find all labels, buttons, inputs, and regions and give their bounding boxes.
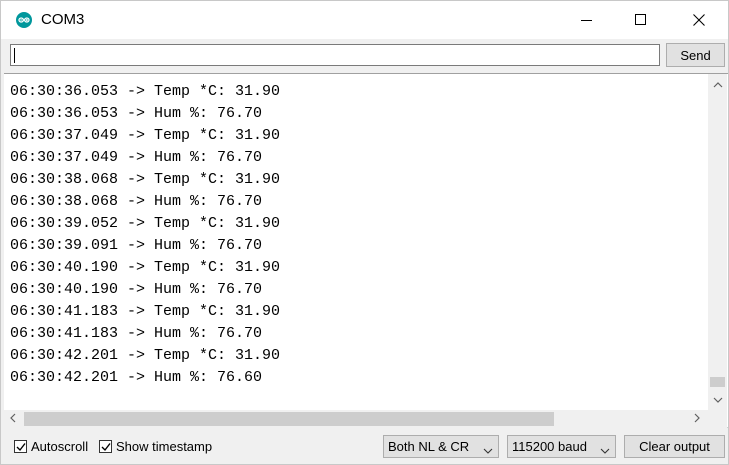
scroll-right-button[interactable] (688, 410, 706, 428)
send-row: Send (1, 39, 728, 73)
output-line: 06:30:39.091 -> Hum %: 76.70 (10, 237, 263, 254)
chevron-down-icon (713, 390, 723, 408)
scroll-up-button[interactable] (708, 74, 727, 94)
baud-rate-value: 115200 baud (512, 439, 587, 454)
chevron-left-icon (10, 410, 16, 428)
output-line: 06:30:41.183 -> Temp *C: 31.90 (10, 303, 281, 320)
output-line: 06:30:42.201 -> Temp *C: 31.90 (10, 347, 281, 364)
text-caret (14, 48, 15, 63)
minimize-button[interactable] (564, 1, 610, 39)
bottom-bar: Autoscroll Show timestamp Both NL & CR 1… (1, 429, 728, 464)
output-line: 06:30:38.068 -> Hum %: 76.70 (10, 193, 263, 210)
scrollbar-corner (708, 410, 727, 428)
output-line: 06:30:42.201 -> Hum %: 76.60 (10, 369, 263, 386)
output-line: 06:30:36.053 -> Temp *C: 31.90 (10, 83, 281, 100)
arduino-icon (16, 12, 32, 28)
chevron-up-icon (713, 75, 723, 93)
baud-rate-select[interactable]: 115200 baud (507, 435, 616, 458)
maximize-icon (635, 14, 647, 26)
show-timestamp-label: Show timestamp (116, 439, 213, 454)
close-icon (693, 14, 705, 26)
output-lines: 06:30:36.053 -> Temp *C: 31.90 06:30:36.0… (10, 81, 705, 389)
checkbox-box[interactable] (14, 440, 27, 453)
line-ending-select[interactable]: Both NL & CR (383, 435, 499, 458)
checkmark-icon (101, 442, 111, 451)
serial-input[interactable] (10, 44, 660, 66)
output-line: 06:30:38.068 -> Temp *C: 31.90 (10, 171, 281, 188)
horizontal-scroll-thumb[interactable] (24, 412, 554, 426)
send-button[interactable]: Send (666, 43, 725, 67)
output-line: 06:30:37.049 -> Hum %: 76.70 (10, 149, 263, 166)
minimize-icon (581, 14, 593, 26)
output-line: 06:30:39.052 -> Temp *C: 31.90 (10, 215, 281, 232)
autoscroll-checkbox[interactable]: Autoscroll (14, 439, 88, 454)
output-line: 06:30:40.190 -> Temp *C: 31.90 (10, 259, 281, 276)
output-line: 06:30:41.183 -> Hum %: 76.70 (10, 325, 263, 342)
horizontal-scrollbar[interactable] (4, 410, 708, 428)
output-line: 06:30:37.049 -> Temp *C: 31.90 (10, 127, 281, 144)
line-ending-value: Both NL & CR (388, 439, 470, 454)
vertical-scrollbar[interactable] (708, 74, 727, 410)
checkbox-box[interactable] (99, 440, 112, 453)
clear-output-button[interactable]: Clear output (624, 435, 725, 458)
checkmark-icon (16, 442, 26, 451)
scroll-left-button[interactable] (4, 410, 22, 428)
window-title: COM3 (41, 11, 85, 28)
title-bar: COM3 (1, 1, 728, 39)
vertical-scroll-thumb[interactable] (710, 377, 725, 387)
scroll-down-button[interactable] (708, 389, 727, 409)
output-line: 06:30:36.053 -> Hum %: 76.70 (10, 105, 263, 122)
output-line: 06:30:40.190 -> Hum %: 76.70 (10, 281, 263, 298)
autoscroll-label: Autoscroll (31, 439, 89, 454)
chevron-down-icon (483, 442, 493, 457)
serial-monitor-window: COM3 Send 06:30:36.053 -> Temp *C: 31.90… (0, 0, 729, 465)
chevron-right-icon (694, 410, 700, 428)
maximize-button[interactable] (618, 1, 664, 39)
close-button[interactable] (676, 1, 722, 39)
show-timestamp-checkbox[interactable]: Show timestamp (99, 439, 212, 454)
chevron-down-icon (600, 442, 610, 457)
serial-output[interactable]: 06:30:36.053 -> Temp *C: 31.90 06:30:36.0… (4, 73, 728, 428)
